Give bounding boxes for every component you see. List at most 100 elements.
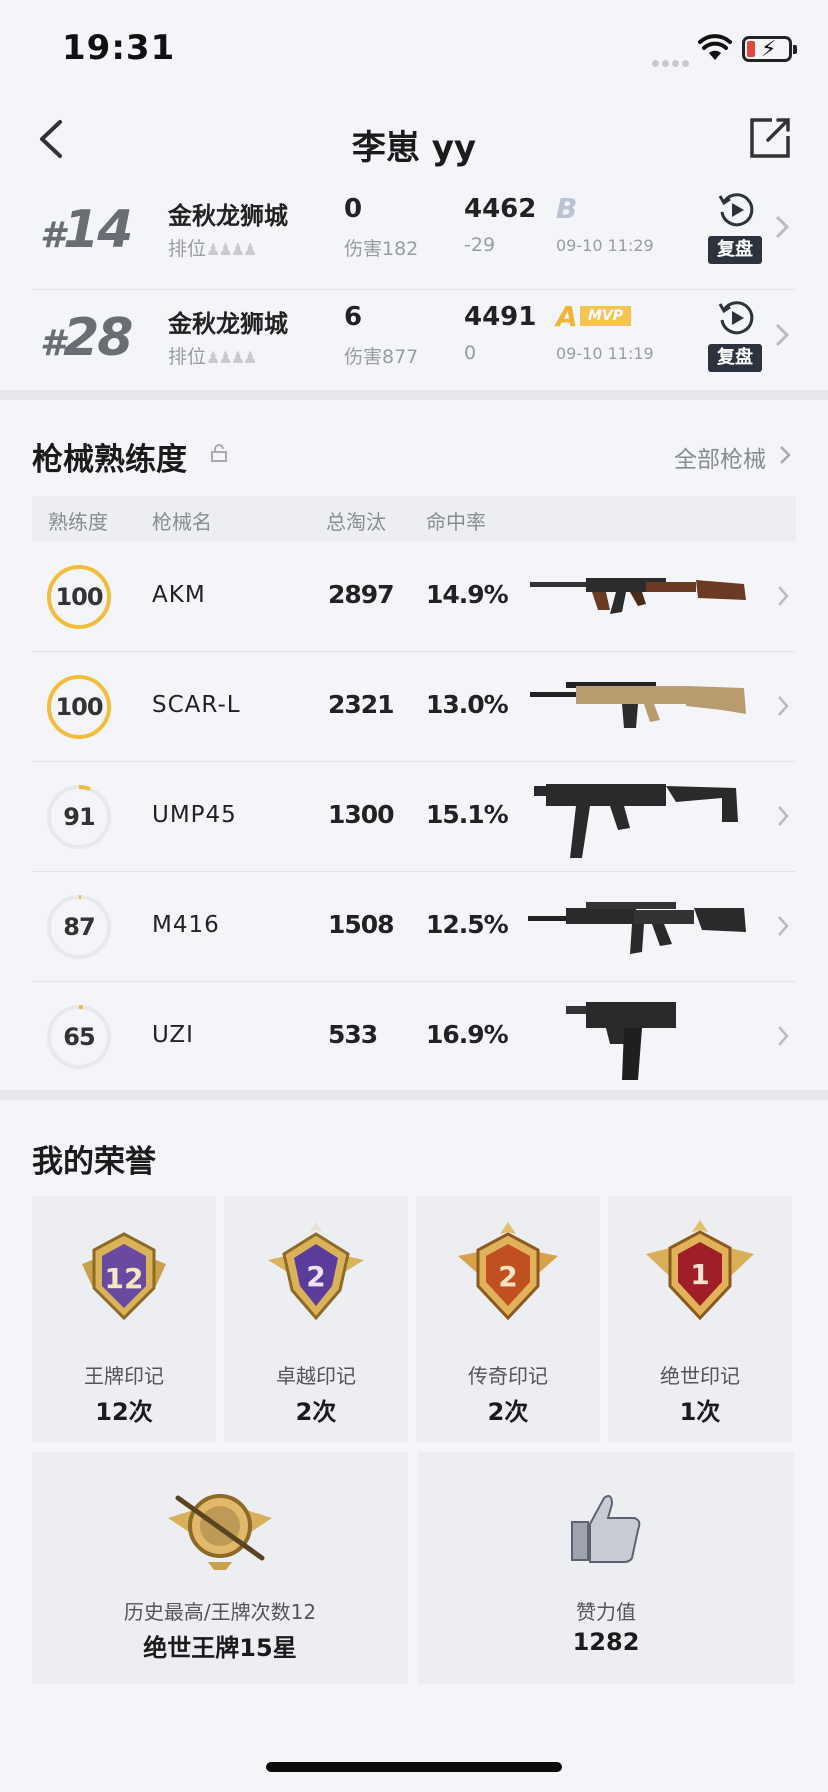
match-rank: #14 — [40, 200, 133, 260]
chevron-right-icon[interactable] — [778, 444, 792, 466]
weapon-accuracy: 12.5% — [426, 910, 509, 939]
match-damage: 伤害877 — [344, 346, 419, 368]
proficiency-value: 65 — [63, 1023, 95, 1051]
weapon-row[interactable]: 87 M416 1508 12.5% — [32, 872, 796, 982]
nav-bar: 李崽 yy — [0, 100, 828, 180]
match-date: 09-10 11:29 — [556, 236, 654, 255]
header-proficiency: 熟练度 — [48, 510, 108, 534]
scar-l-rifle-icon — [526, 662, 756, 752]
mark-label: 卓越印记 — [276, 1364, 356, 1388]
status-time: 19:31 — [62, 28, 176, 68]
ump45-smg-icon — [526, 772, 756, 862]
peerless-mark-badge-icon: 1 — [646, 1220, 754, 1321]
match-row[interactable]: #28 金秋龙狮城 排位♟♟♟♟ 6 伤害877 4491 0 A MVP 09… — [32, 290, 796, 398]
likes-card[interactable]: 赞力值 1282 — [418, 1452, 794, 1684]
ace-mark-badge-icon: 12 — [82, 1232, 166, 1321]
replay-label: 复盘 — [708, 344, 762, 372]
match-score-delta: 0 — [464, 342, 477, 364]
best-rank-label: 历史最高/王牌次数12 — [123, 1600, 317, 1624]
weapon-accuracy: 15.1% — [426, 800, 509, 829]
match-mode: 排位♟♟♟♟ — [168, 346, 257, 368]
akm-rifle-icon — [526, 552, 756, 642]
match-rank: #28 — [40, 308, 133, 368]
honor-section: 我的荣誉 12 王牌印记 12次 2 卓越印记 2次 2 传奇印记 2次 1 绝… — [0, 1100, 828, 1700]
weapon-name: SCAR-L — [152, 692, 241, 718]
replay-button[interactable]: 复盘 — [708, 298, 764, 388]
proficiency-ring: 100 — [46, 674, 112, 740]
match-list: #14 金秋龙狮城 排位♟♟♟♟ 0 伤害182 4462 -29 B 09-1… — [0, 180, 828, 390]
section-title: 我的荣誉 — [32, 1144, 156, 1180]
mark-label: 绝世印记 — [660, 1364, 740, 1388]
proficiency-value: 87 — [63, 913, 95, 941]
weapon-accuracy: 13.0% — [426, 690, 509, 719]
excellence-mark-card[interactable]: 2 卓越印记 2次 — [224, 1196, 408, 1442]
weapon-row[interactable]: 100 AKM 2897 14.9% — [32, 542, 796, 652]
match-map: 金秋龙狮城 — [168, 202, 288, 230]
proficiency-value: 100 — [55, 693, 103, 721]
squad-icon: ♟♟♟♟ — [206, 348, 257, 367]
page-title: 李崽 yy — [351, 128, 477, 168]
weapon-total-kills: 1300 — [328, 800, 395, 829]
best-rank-card[interactable]: 历史最高/王牌次数12 绝世王牌15星 — [32, 1452, 408, 1684]
chevron-right-icon — [778, 586, 789, 606]
chevron-right-icon — [775, 215, 790, 239]
mvp-badge: MVP — [580, 306, 632, 326]
mark-label: 王牌印记 — [84, 1364, 164, 1388]
match-kills: 0 — [344, 194, 363, 224]
battery-icon: ⚡ — [742, 36, 797, 62]
thumbs-up-icon — [571, 1495, 641, 1563]
badge-number: 2 — [498, 1260, 517, 1293]
match-kills: 6 — [344, 302, 363, 332]
match-row[interactable]: #14 金秋龙狮城 排位♟♟♟♟ 0 伤害182 4462 -29 B 09-1… — [32, 182, 796, 290]
weapon-row[interactable]: 100 SCAR-L 2321 13.0% — [32, 652, 796, 762]
weapon-name: M416 — [152, 912, 220, 938]
legend-mark-badge-icon: 2 — [458, 1222, 558, 1321]
weapon-row[interactable]: 65 UZI 533 16.9% — [32, 982, 796, 1092]
section-divider — [0, 1090, 828, 1100]
weapon-proficiency-section: 枪械熟练度 全部枪械 熟练度 枪械名 总淘汰 命中率 100 AKM 2897 14.… — [0, 400, 828, 1092]
badge-number: 12 — [105, 1262, 144, 1295]
chevron-right-icon — [778, 1026, 789, 1046]
uzi-smg-icon — [526, 992, 756, 1082]
share-icon[interactable] — [748, 116, 792, 160]
lock-icon — [211, 444, 227, 462]
weapon-total-kills: 533 — [328, 1020, 378, 1049]
match-score: 4462 — [464, 194, 537, 224]
chevron-right-icon — [778, 916, 789, 936]
weapon-total-kills: 2321 — [328, 690, 395, 719]
replay-label: 复盘 — [708, 236, 762, 264]
match-grade: A — [556, 300, 578, 333]
header-total-kills: 总淘汰 — [326, 510, 386, 534]
peerless-mark-card[interactable]: 1 绝世印记 1次 — [608, 1196, 792, 1442]
weapon-name: UZI — [152, 1022, 194, 1048]
status-bar: 19:31 ⚡ — [0, 0, 828, 100]
replay-icon — [718, 301, 754, 335]
mark-count: 2次 — [487, 1398, 529, 1426]
mark-count: 12次 — [95, 1398, 153, 1426]
match-map: 金秋龙狮城 — [168, 310, 288, 338]
legend-mark-card[interactable]: 2 传奇印记 2次 — [416, 1196, 600, 1442]
proficiency-value: 91 — [63, 803, 95, 831]
weapon-row[interactable]: 91 UMP45 1300 15.1% — [32, 762, 796, 872]
weapon-accuracy: 14.9% — [426, 580, 509, 609]
proficiency-ring: 91 — [46, 784, 112, 850]
home-indicator[interactable] — [266, 1762, 562, 1772]
all-weapons-link[interactable]: 全部枪械 — [674, 440, 766, 474]
replay-button[interactable]: 复盘 — [708, 190, 764, 280]
proficiency-ring: 100 — [46, 564, 112, 630]
ace-mark-card[interactable]: 12 王牌印记 12次 — [32, 1196, 216, 1442]
match-grade: B — [556, 192, 578, 225]
squad-icon: ♟♟♟♟ — [206, 240, 257, 259]
weapon-name: AKM — [152, 582, 206, 608]
excellence-mark-badge-icon: 2 — [268, 1222, 364, 1321]
badge-number: 2 — [306, 1260, 325, 1293]
section-title: 枪械熟练度 — [32, 442, 187, 478]
m416-rifle-icon — [526, 882, 756, 972]
mark-count: 1次 — [679, 1398, 721, 1426]
weapon-total-kills: 2897 — [328, 580, 395, 609]
likes-label: 赞力值 — [576, 1600, 636, 1624]
likes-value: 1282 — [572, 1628, 640, 1656]
proficiency-ring: 65 — [46, 1004, 112, 1070]
section-divider — [0, 390, 828, 400]
best-rank-value: 绝世王牌15星 — [143, 1634, 297, 1662]
